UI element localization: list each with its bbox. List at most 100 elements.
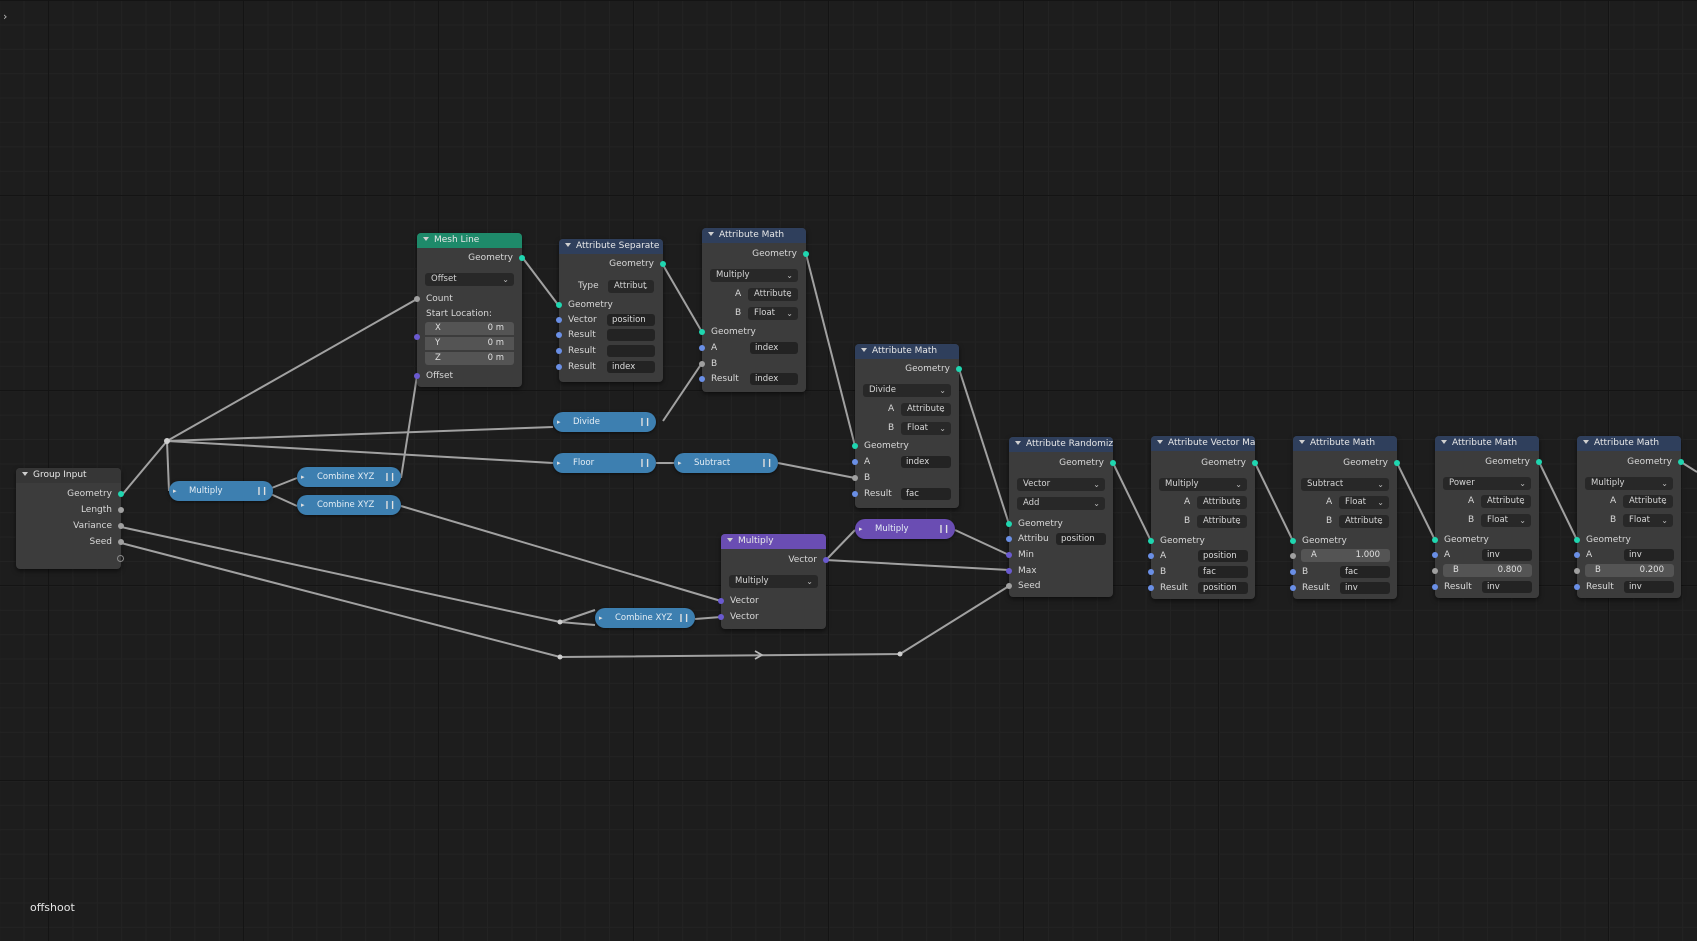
operation-dropdown[interactable]: Power ⌄: [1443, 477, 1531, 490]
operation-dropdown[interactable]: Add ⌄: [1017, 497, 1105, 510]
a-attribute-field[interactable]: inv: [1624, 549, 1674, 561]
socket-vector-input[interactable]: [556, 317, 562, 323]
result-attribute-field[interactable]: inv: [1624, 581, 1674, 593]
socket-geometry-input[interactable]: [556, 302, 562, 308]
a-attribute-field[interactable]: index: [750, 342, 798, 354]
socket-b-input[interactable]: [1432, 568, 1438, 574]
collapse-triangle-icon[interactable]: [565, 243, 571, 247]
expand-arrow-icon[interactable]: ▸: [301, 495, 305, 515]
socket-a-input[interactable]: [852, 459, 858, 465]
socket-geometry-output[interactable]: [1252, 460, 1258, 466]
socket-result-z-input[interactable]: [556, 364, 562, 370]
socket-vector-output[interactable]: [823, 557, 829, 563]
start-y-field[interactable]: Y0 m: [425, 337, 514, 350]
a-attribute-field[interactable]: index: [901, 456, 951, 468]
collapsed-subtract-node[interactable]: ▸ Subtract ❙❙: [674, 453, 778, 473]
socket-a-input[interactable]: [1290, 553, 1296, 559]
collapsed-divide-node[interactable]: ▸ Divide ❙❙: [553, 412, 656, 432]
socket-geometry-output[interactable]: [118, 491, 124, 497]
socket-a-input[interactable]: [1432, 552, 1438, 558]
socket-result-x-input[interactable]: [556, 332, 562, 338]
socket-geometry-output[interactable]: [1394, 460, 1400, 466]
expand-arrow-icon[interactable]: ▸: [557, 412, 561, 432]
result-attribute-field[interactable]: index: [750, 373, 798, 385]
b-type-dropdown[interactable]: Attribute ⌄: [1339, 515, 1389, 528]
socket-result-input[interactable]: [1574, 584, 1580, 590]
socket-result-input[interactable]: [852, 491, 858, 497]
type-dropdown[interactable]: Attribut ⌄: [608, 280, 654, 293]
result-attribute-field[interactable]: fac: [901, 488, 951, 500]
collapsed-combine-xyz-node[interactable]: ▸ Combine XYZ ❙❙: [297, 495, 401, 515]
socket-geometry-input[interactable]: [1574, 537, 1580, 543]
collapse-triangle-icon[interactable]: [708, 232, 714, 236]
attribute-name-field[interactable]: position: [1056, 533, 1106, 545]
result-y-field[interactable]: [607, 345, 655, 357]
expand-arrow-icon[interactable]: ▸: [173, 481, 177, 501]
attribute-math-multiply-final-node[interactable]: Attribute Math Geometry Multiply ⌄ A Attr…: [1574, 436, 1684, 598]
collapse-triangle-icon[interactable]: [861, 348, 867, 352]
b-attribute-field[interactable]: fac: [1340, 566, 1390, 578]
data-type-dropdown[interactable]: Vector ⌄: [1017, 478, 1105, 491]
socket-start-location-input[interactable]: [414, 334, 420, 340]
operation-dropdown[interactable]: Multiply ⌄: [729, 575, 818, 588]
socket-a-input[interactable]: [1574, 552, 1580, 558]
attribute-math-power-node[interactable]: Attribute Math Geometry Power ⌄ A Attribu…: [1432, 436, 1542, 598]
b-type-dropdown[interactable]: Float ⌄: [1481, 514, 1531, 527]
group-input-node[interactable]: Group Input Geometry Length Variance See…: [16, 468, 124, 569]
socket-geometry-output[interactable]: [1678, 459, 1684, 465]
collapsed-floor-node[interactable]: ▸ Floor ❙❙: [553, 453, 656, 473]
start-z-field[interactable]: Z0 m: [425, 352, 514, 365]
socket-geometry-output[interactable]: [956, 366, 962, 372]
mesh-line-node[interactable]: Mesh Line Geometry Offset ⌄ Count Start L…: [414, 233, 525, 387]
socket-geometry-input[interactable]: [699, 329, 705, 335]
start-x-field[interactable]: X0 m: [425, 322, 514, 335]
socket-result-y-input[interactable]: [556, 348, 562, 354]
socket-offset-input[interactable]: [414, 373, 420, 379]
attribute-math-multiply-node[interactable]: Attribute Math Geometry Multiply ⌄ A Attr…: [699, 228, 809, 392]
socket-geometry-input[interactable]: [1432, 537, 1438, 543]
operation-dropdown[interactable]: Subtract ⌄: [1301, 478, 1389, 491]
a-attribute-field[interactable]: inv: [1482, 549, 1532, 561]
socket-result-input[interactable]: [1432, 584, 1438, 590]
socket-a-input[interactable]: [1148, 553, 1154, 559]
collapse-triangle-icon[interactable]: [1299, 440, 1305, 444]
attribute-math-subtract-node[interactable]: Attribute Math Geometry Subtract ⌄ A Floa…: [1290, 436, 1400, 599]
expand-arrow-icon[interactable]: ▸: [599, 608, 603, 628]
socket-b-input[interactable]: [1148, 569, 1154, 575]
a-type-dropdown[interactable]: Attribute ⌄: [901, 403, 951, 416]
socket-geometry-output[interactable]: [1536, 459, 1542, 465]
collapse-triangle-icon[interactable]: [1441, 440, 1447, 444]
collapsed-combine-xyz-node[interactable]: ▸ Combine XYZ ❙❙: [297, 467, 401, 487]
attribute-randomize-node[interactable]: Attribute Randomize Geometry Vector ⌄ Add…: [1006, 437, 1116, 597]
socket-b-input[interactable]: [1574, 568, 1580, 574]
mode-dropdown[interactable]: Offset ⌄: [425, 273, 514, 286]
socket-attribute-input[interactable]: [1006, 536, 1012, 542]
vector-attribute-field[interactable]: position: [607, 314, 655, 326]
b-value-field[interactable]: B 0.800: [1443, 564, 1532, 577]
socket-geometry-input[interactable]: [1006, 521, 1012, 527]
socket-geometry-output[interactable]: [1110, 460, 1116, 466]
collapse-triangle-icon[interactable]: [423, 237, 429, 241]
b-value-field[interactable]: B 0.200: [1585, 564, 1674, 577]
attribute-separate-node[interactable]: Attribute Separate ... Geometry Type Att…: [556, 239, 666, 382]
sidebar-toggle[interactable]: ›: [3, 10, 7, 23]
socket-count-input[interactable]: [414, 296, 420, 302]
socket-max-input[interactable]: [1006, 568, 1012, 574]
operation-dropdown[interactable]: Multiply ⌄: [1585, 477, 1673, 490]
result-attribute-field[interactable]: inv: [1482, 581, 1532, 593]
result-z-field[interactable]: index: [607, 361, 655, 373]
expand-arrow-icon[interactable]: ▸: [557, 453, 561, 473]
socket-b-input[interactable]: [852, 475, 858, 481]
a-value-field[interactable]: A 1.000: [1301, 549, 1390, 562]
socket-result-input[interactable]: [699, 376, 705, 382]
socket-geometry-input[interactable]: [852, 443, 858, 449]
collapse-triangle-icon[interactable]: [22, 472, 28, 476]
b-attribute-field[interactable]: fac: [1198, 566, 1248, 578]
operation-dropdown[interactable]: Multiply ⌄: [710, 269, 798, 282]
socket-vector-b-input[interactable]: [718, 614, 724, 620]
socket-seed-input[interactable]: [1006, 583, 1012, 589]
socket-geometry-output[interactable]: [660, 261, 666, 267]
socket-seed-output[interactable]: [118, 539, 124, 545]
collapsed-vector-multiply-node[interactable]: ▸ Multiply ❙❙: [855, 519, 955, 539]
collapse-triangle-icon[interactable]: [1015, 441, 1021, 445]
